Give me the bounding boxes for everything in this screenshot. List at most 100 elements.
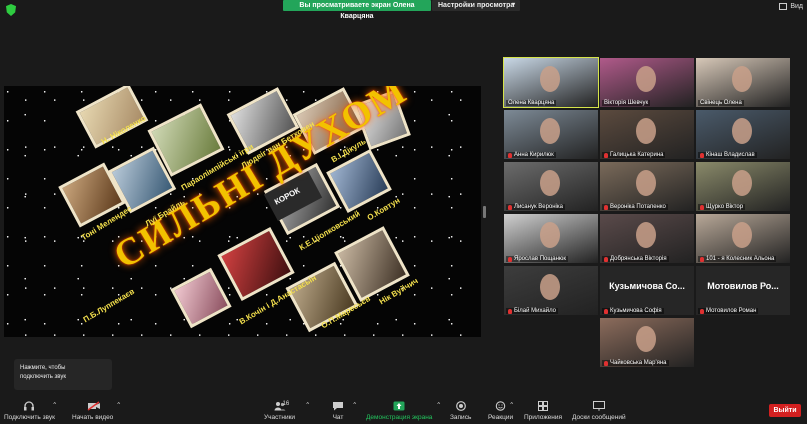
view-button[interactable]: Вид <box>779 3 803 10</box>
participant-tile[interactable]: Кінаш Владислав <box>696 110 790 159</box>
view-options-dropdown[interactable]: Настройки просмотра ▾ <box>432 0 520 11</box>
slide-photo-woman <box>170 267 232 329</box>
record-label: Запись <box>450 414 472 421</box>
participants-icon: 16 <box>269 401 291 411</box>
participant-name-tag: Білай Михайло <box>506 308 559 314</box>
leave-meeting-button[interactable]: Выйти <box>769 404 801 417</box>
muted-mic-icon <box>604 152 608 158</box>
muted-mic-icon <box>700 256 704 262</box>
chat-label: Чат <box>332 414 344 421</box>
record-button[interactable]: Запись <box>450 401 471 421</box>
audio-tooltip-line: Нажмите, чтобы <box>20 365 66 371</box>
shared-screen[interactable]: КОРОК СИЛЬНІ ДУХОМ Н. Ніколенко Параолім… <box>4 86 481 337</box>
participant-tile[interactable]: Лисанук Вероніка <box>504 162 598 211</box>
view-options-label: Настройки просмотра <box>438 2 515 9</box>
participant-face <box>540 66 560 92</box>
participant-tile[interactable]: Кузьмичова Со... Кузьмичова Софія <box>600 266 694 315</box>
participant-face <box>540 222 560 248</box>
participant-tile[interactable]: Анна Кирилюк <box>504 110 598 159</box>
participant-name-tag: Анна Кирилюк <box>506 152 556 158</box>
reactions-caret-icon[interactable]: ⌃ <box>509 401 514 409</box>
screen-share-banner: Вы просматриваете экран Олена Кварцяна <box>283 0 431 20</box>
audio-options-caret-icon[interactable]: ⌃ <box>52 401 57 409</box>
join-audio-label: Подключить звук <box>4 414 55 421</box>
participant-tile[interactable]: Чайковська Мар'яна <box>600 318 694 367</box>
participants-label: Участники <box>264 414 296 421</box>
participant-face <box>540 274 560 300</box>
participant-face <box>636 118 656 144</box>
chat-button[interactable]: Чат <box>332 401 344 421</box>
split-divider-handle[interactable] <box>483 206 486 218</box>
muted-mic-icon <box>604 256 608 262</box>
record-icon <box>455 401 467 411</box>
slide-caption: П.Б.Луппекаєв <box>81 286 136 325</box>
chevron-down-icon: ▾ <box>511 2 515 8</box>
whiteboards-button[interactable]: Доски сообщений <box>572 401 626 421</box>
slide-book-label: КОРОК <box>272 185 302 207</box>
start-video-button[interactable]: Начать видео <box>72 401 113 421</box>
participant-name: Галицька Катерина <box>610 152 664 158</box>
grid-icon <box>779 3 788 10</box>
apps-button[interactable]: Приложения <box>524 401 562 421</box>
participant-name: Мотовилов Роман <box>706 308 757 314</box>
audio-tooltip[interactable]: Нажмите, чтобы подключить звук <box>14 359 112 390</box>
participant-name-tag: Добрянська Вікторія <box>602 256 669 262</box>
video-options-caret-icon[interactable]: ⌃ <box>116 401 121 409</box>
reactions-label: Реакции <box>488 414 514 421</box>
participant-name: Ярослав Пощанюк <box>514 256 567 262</box>
participant-face <box>636 326 656 352</box>
share-screen-icon <box>393 401 405 411</box>
participants-count: 16 <box>282 401 290 407</box>
participant-tile[interactable]: Олена Кварцяна <box>503 57 599 108</box>
participant-face <box>636 222 656 248</box>
join-audio-button[interactable]: Подключить звук <box>4 401 55 421</box>
participant-tile[interactable]: Добрянська Вікторія <box>600 214 694 263</box>
muted-mic-icon <box>508 204 512 210</box>
share-screen-button[interactable]: Демонстрация экрана <box>366 401 432 421</box>
participants-button[interactable]: 16 Участники <box>264 401 295 421</box>
participant-face <box>732 222 752 248</box>
video-off-icon <box>87 401 100 411</box>
participant-name: Щурко Віктор <box>706 204 744 210</box>
participants-caret-icon[interactable]: ⌃ <box>305 401 310 409</box>
participant-tile[interactable]: Свінець Олена <box>696 58 790 107</box>
whiteboards-label: Доски сообщений <box>572 414 626 421</box>
participant-tile[interactable]: Білай Михайло <box>504 266 598 315</box>
participant-tile[interactable]: Мотовилов Ро... Мотовилов Роман <box>696 266 790 315</box>
participant-tile[interactable]: Ярослав Пощанюк <box>504 214 598 263</box>
share-screen-label: Демонстрация экрана <box>366 414 433 421</box>
participant-big-name: Кузьмичова Со... <box>609 281 685 291</box>
participant-name: Олена Кварцяна <box>508 100 555 106</box>
audio-tooltip-line: подключить звук <box>20 374 66 380</box>
apps-icon <box>537 401 549 411</box>
participant-name: Білай Михайло <box>514 308 557 314</box>
participant-name-tag: Свінець Олена <box>698 100 744 106</box>
participant-name: Свінець Олена <box>700 100 742 106</box>
participant-face <box>732 118 752 144</box>
muted-mic-icon <box>508 308 512 314</box>
participant-name-tag: Вероніка Потапенко <box>602 204 668 210</box>
participant-face <box>732 170 752 196</box>
participant-face <box>540 170 560 196</box>
participant-name-tag: Олена Кварцяна <box>506 100 557 106</box>
participant-face <box>540 118 560 144</box>
participant-tile[interactable]: Вероніка Потапенко <box>600 162 694 211</box>
chat-bubble-icon <box>332 401 344 411</box>
muted-mic-icon <box>604 204 608 210</box>
muted-mic-icon <box>604 360 608 366</box>
security-shield-icon[interactable] <box>6 4 16 16</box>
chat-caret-icon[interactable]: ⌃ <box>352 401 357 409</box>
participant-name-tag: Кузьмичова Софія <box>602 308 664 314</box>
participant-tile[interactable]: Вікторія Шевчук <box>600 58 694 107</box>
share-caret-icon[interactable]: ⌃ <box>436 401 441 409</box>
participant-name-tag: Лисанук Вероніка <box>506 204 565 210</box>
participant-name: Вікторія Шевчук <box>604 100 649 106</box>
participant-tile[interactable]: Галицька Катерина <box>600 110 694 159</box>
muted-mic-icon <box>508 256 512 262</box>
participant-name-tag: Мотовилов Роман <box>698 308 759 314</box>
participant-name: Лисанук Вероніка <box>514 204 563 210</box>
participant-tile[interactable]: 101 - я Колесник Альона <box>696 214 790 263</box>
participant-name-tag: Ярослав Пощанюк <box>506 256 569 262</box>
meeting-toolbar: Подключить звук ⌃ Начать видео ⌃ 16 Учас… <box>0 397 807 424</box>
participant-tile[interactable]: Щурко Віктор <box>696 162 790 211</box>
